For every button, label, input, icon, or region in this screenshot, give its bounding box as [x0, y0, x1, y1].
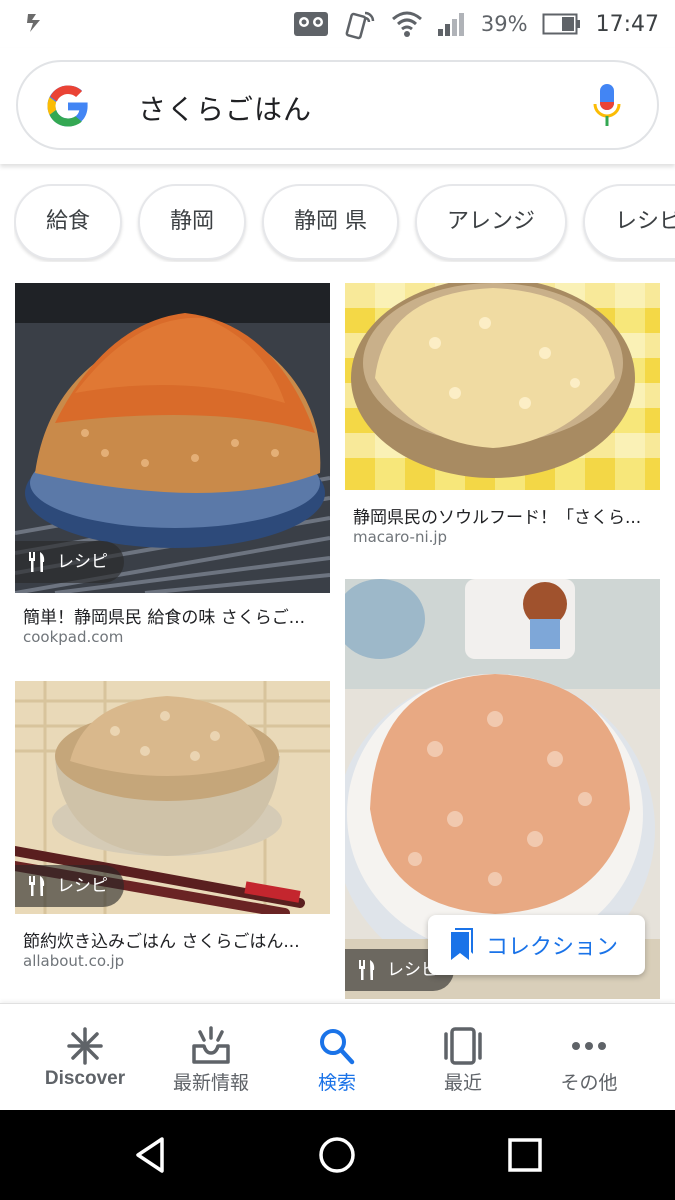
nav-more-label: その他	[560, 1072, 618, 1094]
fork-knife-icon	[29, 876, 45, 896]
fork-knife-icon	[29, 552, 45, 572]
status-icons: 39% 17:47	[293, 8, 659, 40]
system-navigation-bar	[0, 1110, 675, 1200]
overview-icon[interactable]	[505, 1135, 545, 1175]
microphone-icon[interactable]	[591, 82, 623, 132]
collection-label: コレクション	[486, 935, 619, 960]
battery-percent: 39%	[480, 12, 528, 36]
back-icon[interactable]	[130, 1135, 170, 1175]
battery-icon	[542, 13, 580, 35]
recipe-badge-label: レシピ	[57, 552, 108, 572]
result-title[interactable]: 節約炊き込みごはん さくらごはん...	[23, 927, 323, 952]
chip-recipe[interactable]: レシピ	[583, 184, 675, 260]
voicemail-icon	[293, 12, 328, 36]
chip-shizuoka[interactable]: 静岡	[138, 184, 247, 260]
nav-updates[interactable]: 最新情報	[146, 1004, 276, 1111]
result-thumbnail[interactable]	[345, 283, 660, 490]
bookmark-collection-icon	[451, 928, 473, 960]
recipe-badge-label: レシピ	[57, 876, 108, 896]
nav-search[interactable]: 検索	[272, 1004, 402, 1111]
result-title[interactable]: 静岡県民のソウルフード！「さくら...	[353, 503, 657, 528]
nav-discover[interactable]: Discover	[20, 1004, 150, 1111]
result-source: allabout.co.jp	[23, 952, 125, 970]
fork-knife-icon	[359, 960, 375, 980]
home-icon[interactable]	[317, 1135, 357, 1175]
image-result[interactable]: レシピ 節約炊き込みごはん さくらごはん... allabout.co.jp	[15, 681, 330, 981]
nav-more[interactable]: その他	[524, 1004, 654, 1111]
recipe-badge: レシピ	[15, 865, 124, 907]
signal-icon	[437, 13, 464, 36]
chip-shizuoka-ken[interactable]: 静岡 県	[262, 184, 400, 260]
result-source: macaro-ni.jp	[353, 528, 448, 546]
suggestion-chips: 給食 静岡 静岡 県アレンジ レシピ	[14, 184, 675, 262]
status-bar: 39% 17:47	[0, 0, 675, 48]
result-title[interactable]: 簡単！静岡県民 給食の味 さくらご...	[23, 603, 323, 628]
recipe-badge: レシピ	[15, 541, 124, 583]
asterisk-icon	[67, 1027, 103, 1065]
inbox-updates-icon	[192, 1026, 230, 1064]
nav-recent-label: 最近	[443, 1072, 482, 1094]
chip-kyushoku[interactable]: 給食	[14, 184, 123, 260]
collection-button[interactable]: コレクション	[428, 915, 645, 975]
nav-search-label: 検索	[317, 1072, 356, 1094]
more-dots-icon	[572, 1042, 606, 1050]
chip-arrange[interactable]: アレンジ	[415, 184, 568, 260]
recent-tabs-icon	[444, 1027, 482, 1065]
result-thumbnail[interactable]: レシピ	[15, 283, 330, 593]
image-result[interactable]: レシピ 簡単！静岡県民 給食の味 さくらご... cookpad.com	[15, 283, 330, 663]
google-logo-icon[interactable]	[44, 82, 92, 130]
clock: 17:47	[595, 11, 659, 37]
nav-discover-label: Discover	[44, 1068, 126, 1089]
nav-updates-label: 最新情報	[172, 1072, 249, 1094]
wifi-icon	[391, 11, 422, 37]
nav-recent[interactable]: 最近	[398, 1004, 528, 1111]
search-header: さくらごはん	[0, 48, 675, 164]
rice-bowl-image	[345, 283, 660, 490]
notification-icon	[27, 14, 40, 32]
image-result[interactable]: 静岡県民のソウルフード！「さくら... macaro-ni.jp	[345, 283, 660, 553]
search-icon	[320, 1029, 355, 1065]
nfc-phone-icon	[345, 11, 375, 40]
result-source: cookpad.com	[23, 628, 124, 646]
search-query[interactable]: さくらごはん	[138, 88, 312, 128]
bottom-navigation: Discover 最新情報 検索 最近 その他	[0, 1003, 675, 1110]
result-thumbnail[interactable]: レシピ	[15, 681, 330, 914]
search-box[interactable]: さくらごはん	[16, 60, 659, 150]
